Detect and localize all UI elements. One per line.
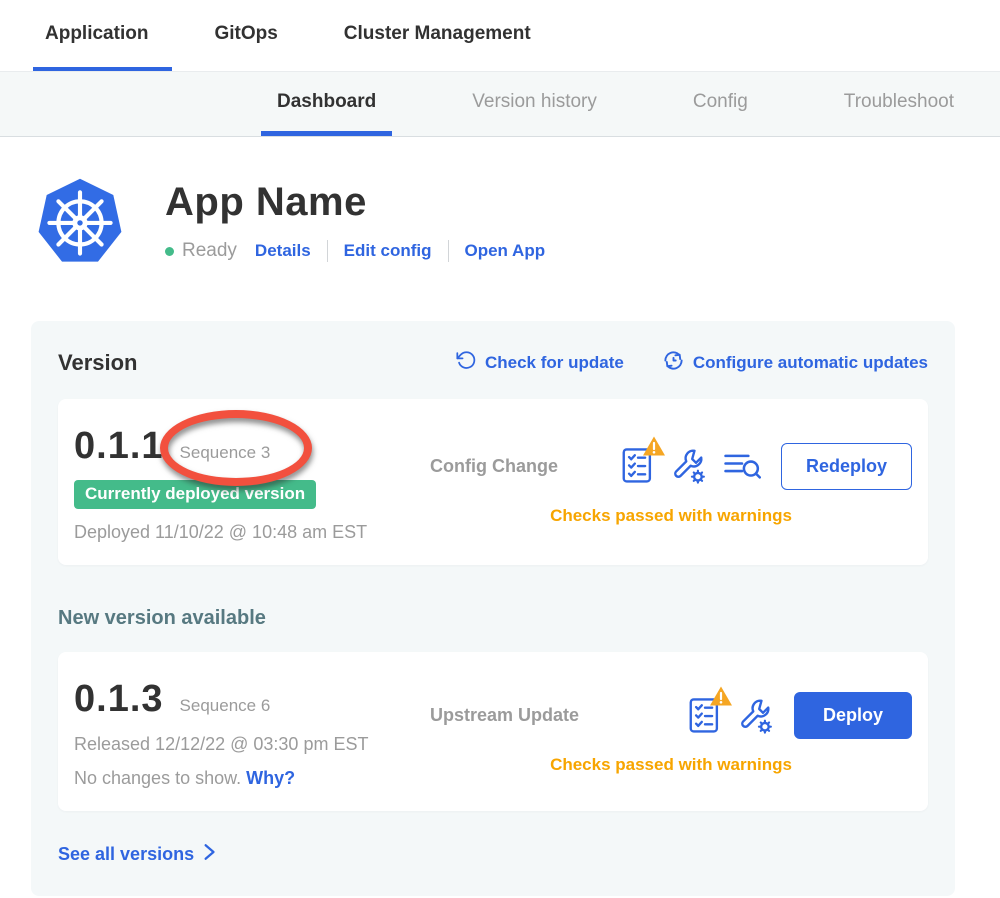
version-panel: Version Check for update [31, 321, 955, 896]
see-all-versions-link[interactable]: See all versions [58, 843, 928, 866]
subtab-version-history[interactable]: Version history [456, 72, 613, 136]
refresh-ccw-icon [456, 350, 477, 376]
warning-triangle-icon [642, 435, 666, 457]
available-checks-status: Checks passed with warnings [430, 755, 912, 775]
subtab-config[interactable]: Config [677, 72, 764, 136]
subtab-troubleshoot[interactable]: Troubleshoot [828, 72, 970, 136]
configure-automatic-updates-button[interactable]: Configure automatic updates [662, 349, 928, 377]
currently-deployed-badge: Currently deployed version [74, 480, 316, 509]
configure-automatic-updates-label: Configure automatic updates [693, 353, 928, 373]
app-header-text: App Name Ready Details Edit config Open … [165, 175, 545, 269]
tab-application-label: Application [45, 23, 148, 45]
subtab-config-label: Config [693, 91, 748, 113]
kubernetes-logo [35, 175, 125, 269]
open-app-link[interactable]: Open App [465, 241, 546, 261]
current-version-check-icons [621, 447, 761, 485]
current-checks-status: Checks passed with warnings [430, 506, 912, 526]
available-version-actions: Upstream Update [406, 678, 912, 789]
no-changes-line: No changes to show. Why? [74, 768, 406, 789]
current-version-row: 0.1.1 Sequence 3 [74, 425, 406, 468]
preflight-checklist-icon[interactable] [621, 447, 655, 485]
deploy-button[interactable]: Deploy [794, 692, 912, 739]
available-version-source: Upstream Update [430, 705, 602, 726]
app-sub-nav: Dashboard Version history Config Trouble… [0, 71, 1000, 137]
current-version-number: 0.1.1 [74, 425, 164, 468]
subtab-dashboard[interactable]: Dashboard [261, 72, 392, 136]
tab-cluster-management[interactable]: Cluster Management [332, 0, 555, 71]
no-changes-text: No changes to show. [74, 768, 241, 788]
warning-triangle-icon [709, 685, 733, 707]
tab-application[interactable]: Application [33, 0, 172, 71]
available-version-check-icons [688, 697, 774, 735]
app-status-label: Ready [182, 240, 237, 262]
separator [448, 240, 449, 262]
current-version-actions: Config Change [406, 425, 912, 543]
subtab-dashboard-label: Dashboard [277, 91, 376, 113]
version-panel-title: Version [58, 350, 137, 376]
app-title: App Name [165, 180, 545, 225]
separator [327, 240, 328, 262]
version-panel-header: Version Check for update [58, 349, 928, 377]
new-version-heading: New version available [58, 607, 928, 630]
available-version-info: 0.1.3 Sequence 6 Released 12/12/22 @ 03:… [74, 678, 406, 789]
wrench-gear-icon[interactable] [671, 447, 707, 485]
preflight-checklist-icon[interactable] [688, 697, 722, 735]
app-header: App Name Ready Details Edit config Open … [35, 175, 1000, 269]
current-version-info: 0.1.1 Sequence 3 Currently deployed vers… [74, 425, 406, 543]
app-status-row: Ready Details Edit config Open App [165, 240, 545, 262]
available-version-row: 0.1.3 Sequence 6 [74, 678, 406, 721]
current-version-actions-row: Config Change [430, 443, 912, 490]
redeploy-button[interactable]: Redeploy [781, 443, 912, 490]
available-version-card: 0.1.3 Sequence 6 Released 12/12/22 @ 03:… [58, 652, 928, 811]
edit-config-link[interactable]: Edit config [344, 241, 432, 261]
current-version-source: Config Change [430, 456, 602, 477]
available-version-number: 0.1.3 [74, 678, 164, 721]
details-link[interactable]: Details [255, 241, 311, 261]
available-version-sequence: Sequence 6 [180, 696, 271, 716]
check-for-update-button[interactable]: Check for update [456, 350, 624, 376]
chevron-right-icon [202, 843, 216, 866]
see-all-versions-label: See all versions [58, 844, 194, 865]
tab-gitops[interactable]: GitOps [202, 0, 301, 71]
available-version-actions-row: Upstream Update [430, 692, 912, 739]
version-panel-actions: Check for update Configure automatic upd… [456, 349, 928, 377]
tab-cluster-management-label: Cluster Management [344, 23, 531, 45]
subtab-troubleshoot-label: Troubleshoot [844, 91, 954, 113]
why-link[interactable]: Why? [246, 768, 295, 788]
tab-gitops-label: GitOps [214, 23, 277, 45]
ready-status-dot-icon [165, 247, 174, 256]
wrench-gear-icon[interactable] [738, 697, 774, 735]
view-diff-icon[interactable] [723, 449, 761, 483]
subtab-version-history-label: Version history [472, 91, 597, 113]
deployed-timestamp: Deployed 11/10/22 @ 10:48 am EST [74, 522, 406, 543]
check-for-update-label: Check for update [485, 353, 624, 373]
auto-update-clock-icon [662, 349, 685, 377]
current-version-sequence: Sequence 3 [180, 443, 271, 463]
released-timestamp: Released 12/12/22 @ 03:30 pm EST [74, 734, 406, 755]
current-version-card: 0.1.1 Sequence 3 Currently deployed vers… [58, 399, 928, 565]
top-nav: Application GitOps Cluster Management [0, 0, 1000, 71]
